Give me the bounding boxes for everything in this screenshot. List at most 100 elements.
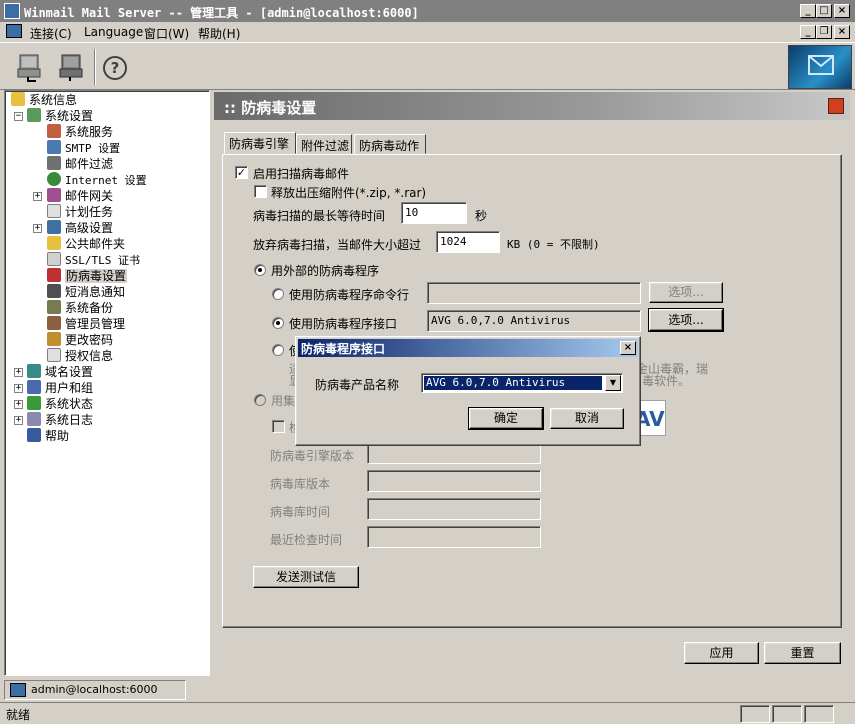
cmdline-options-button[interactable]: 选项...	[649, 282, 723, 303]
tree-item-scheduled-tasks[interactable]: 计划任务	[47, 204, 113, 220]
interface-label: 使用防病毒程序接口	[289, 317, 398, 331]
info-icon	[11, 92, 25, 106]
reset-button[interactable]: 重置	[764, 642, 841, 664]
tree-item-system-services[interactable]: 系统服务	[47, 124, 113, 140]
tree-item-smtp[interactable]: SMTP 设置	[47, 140, 120, 156]
tree-item-mail-filter[interactable]: 邮件过滤	[47, 156, 113, 172]
cmdline-label: 使用防病毒程序命令行	[289, 288, 410, 302]
dialog-close-button[interactable]: ×	[620, 341, 636, 355]
connection-status: admin@localhost:6000	[4, 680, 186, 700]
help-icon[interactable]: ?	[102, 55, 128, 81]
interface-radio[interactable]	[272, 317, 284, 329]
tree-item-admin-mgmt[interactable]: 管理员管理	[47, 316, 125, 332]
tab-engine[interactable]: 防病毒引擎	[224, 132, 296, 154]
disconnect-icon[interactable]	[56, 51, 88, 83]
builtin-radio[interactable]	[254, 394, 266, 406]
exit-icon[interactable]	[828, 98, 844, 114]
expand-icon[interactable]: +	[33, 192, 42, 201]
external-antivirus-label: 用外部的防病毒程序	[271, 264, 380, 278]
tree-item-public-folder[interactable]: 公共邮件夹	[47, 236, 125, 252]
menu-bar: 连接(C) Language 窗口(W) 帮助(H) _ ❐ ×	[0, 22, 855, 42]
window-title: Winmail Mail Server -- 管理工具 - [admin@loc…	[24, 6, 419, 20]
status-icon	[27, 396, 41, 410]
tree-item-internet[interactable]: Internet 设置	[47, 172, 147, 188]
third-option-note-2: 毒软件。	[642, 374, 691, 388]
send-test-button[interactable]: 发送测试信	[253, 566, 359, 588]
max-wait-unit: 秒	[475, 209, 488, 223]
tree-item-system-log[interactable]: 系统日志	[27, 412, 93, 428]
menu-help[interactable]: 帮助(H)	[198, 25, 240, 42]
tree-item-users-groups[interactable]: 用户和组	[27, 380, 93, 396]
expand-icon[interactable]: +	[14, 416, 23, 425]
clock-icon	[47, 204, 61, 218]
tree-item-change-password[interactable]: 更改密码	[47, 332, 113, 348]
collapse-icon[interactable]: −	[14, 112, 23, 121]
expand-icon[interactable]: +	[14, 368, 23, 377]
cmdline-input[interactable]	[427, 282, 641, 304]
skip-size-unit: KB (0 = 不限制)	[507, 238, 600, 251]
license-icon	[47, 348, 61, 362]
monitor-icon	[10, 683, 26, 697]
external-antivirus-radio[interactable]	[254, 264, 266, 276]
tab-strip: 防病毒引擎 附件过滤 防病毒动作	[222, 132, 642, 156]
dialog-titlebar: 防病毒程序接口 ×	[298, 339, 638, 357]
gear-icon	[27, 108, 41, 122]
builtin-label: 用集	[271, 394, 296, 408]
interface-options-button[interactable]: 选项...	[648, 308, 724, 332]
dialog-cancel-button[interactable]: 取消	[550, 408, 624, 429]
expand-icon[interactable]: +	[14, 384, 23, 393]
tree-item-mail-gateway[interactable]: 邮件网关	[47, 188, 113, 204]
minimize-button[interactable]: _	[800, 4, 816, 18]
skip-size-input[interactable]: 1024	[436, 231, 500, 253]
apply-button[interactable]: 应用	[684, 642, 759, 664]
tree-item-license[interactable]: 授权信息	[47, 348, 113, 364]
max-wait-label: 病毒扫描的最长等待时间	[253, 209, 386, 223]
admin-icon	[47, 316, 61, 330]
expand-icon[interactable]: +	[33, 224, 42, 233]
mdi-minimize-button[interactable]: _	[800, 25, 816, 39]
chevron-down-icon[interactable]: ▼	[605, 375, 621, 391]
tree-item-sms-notify[interactable]: 短消息通知	[47, 284, 125, 300]
dialog-title: 防病毒程序接口	[301, 342, 386, 356]
interface-input[interactable]: AVG 6.0,7.0 Antivirus	[427, 310, 641, 332]
tree-item-advanced[interactable]: 高级设置	[47, 220, 113, 236]
product-name-select[interactable]: AVG 6.0,7.0 Antivirus ▼	[421, 373, 623, 393]
svg-text:?: ?	[111, 59, 120, 77]
tab-attachment-filter[interactable]: 附件过滤	[296, 134, 352, 154]
last-check-label: 最近检查时间	[270, 533, 343, 547]
release-archive-checkbox[interactable]	[254, 185, 267, 198]
phone-icon	[47, 284, 61, 298]
enable-scan-checkbox[interactable]: ✓	[235, 166, 248, 179]
monitor-icon	[6, 24, 22, 38]
tree-item-domain[interactable]: 域名设置	[27, 364, 93, 380]
services-icon	[47, 124, 61, 138]
third-option-radio[interactable]	[272, 344, 284, 356]
app-icon	[4, 3, 20, 19]
cmdline-radio[interactable]	[272, 288, 284, 300]
menu-window[interactable]: 窗口(W)	[144, 25, 189, 42]
close-button[interactable]: ×	[834, 4, 850, 18]
builtin-checkbox[interactable]	[272, 420, 285, 433]
max-wait-input[interactable]: 10	[401, 202, 467, 224]
tree-item-help[interactable]: 帮助	[27, 428, 69, 444]
dialog-ok-button[interactable]: 确定	[468, 407, 544, 430]
mdi-close-button[interactable]: ×	[834, 25, 850, 39]
tree-item-antivirus[interactable]: 防病毒设置	[47, 268, 128, 284]
folder-icon	[47, 236, 61, 250]
tree-item-backup[interactable]: 系统备份	[47, 300, 113, 316]
tree-item-system-settings[interactable]: 系统设置	[27, 108, 93, 124]
tree-item-ssl-cert[interactable]: SSL/TLS 证书	[47, 252, 140, 268]
nav-tree: 系统信息 − 系统设置 系统服务 SMTP 设置 邮件过滤 Internet 设…	[4, 90, 210, 676]
menu-language[interactable]: Language	[84, 25, 143, 39]
expand-icon[interactable]: +	[14, 400, 23, 409]
tree-item-system-info[interactable]: 系统信息	[11, 92, 77, 108]
window-titlebar: Winmail Mail Server -- 管理工具 - [admin@loc…	[0, 0, 855, 22]
gateway-icon	[47, 188, 61, 202]
connect-icon[interactable]	[14, 51, 46, 83]
maximize-button[interactable]: □	[816, 4, 832, 18]
menu-connect[interactable]: 连接(C)	[30, 25, 72, 42]
mdi-restore-button[interactable]: ❐	[816, 25, 832, 39]
tab-antivirus-action[interactable]: 防病毒动作	[354, 134, 426, 154]
book-icon	[27, 428, 41, 442]
tree-item-system-status[interactable]: 系统状态	[27, 396, 93, 412]
